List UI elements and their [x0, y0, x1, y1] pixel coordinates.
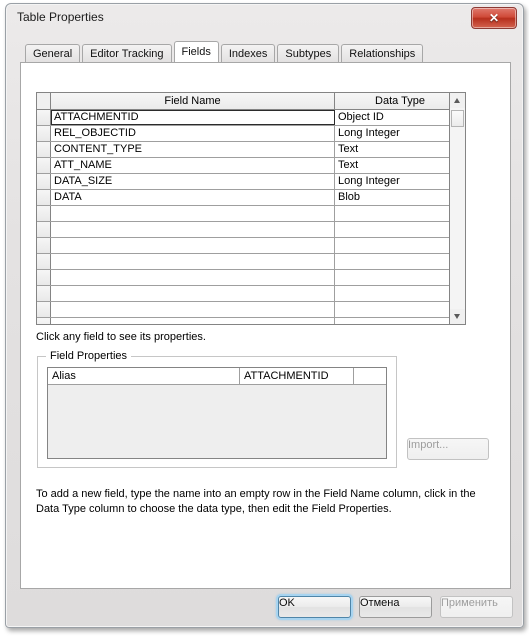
apply-button[interactable]: Применить	[440, 596, 513, 618]
cell-data-type[interactable]	[335, 238, 465, 253]
row-selector[interactable]	[37, 222, 51, 237]
tab-editor-tracking[interactable]: Editor Tracking	[82, 44, 172, 62]
column-header-data-type[interactable]: Data Type	[335, 93, 465, 109]
fields-grid: Field Name Data Type ATTACHMENTID Object …	[36, 92, 466, 325]
table-row[interactable]: ATTACHMENTID Object ID	[37, 110, 465, 126]
cell-data-type[interactable]	[335, 222, 465, 237]
row-selector[interactable]	[37, 190, 51, 205]
row-selector[interactable]	[37, 238, 51, 253]
cell-data-type[interactable]: Text	[335, 142, 465, 157]
ok-button[interactable]: OK	[278, 596, 351, 618]
table-row[interactable]	[37, 270, 465, 286]
grid-corner-cell	[37, 93, 51, 109]
row-selector[interactable]	[37, 110, 51, 125]
fields-grid-header: Field Name Data Type	[37, 93, 465, 110]
row-selector[interactable]	[37, 142, 51, 157]
cell-data-type[interactable]	[335, 318, 465, 324]
chevron-down-icon	[454, 314, 460, 319]
row-selector[interactable]	[37, 254, 51, 269]
table-row[interactable]	[37, 206, 465, 222]
cell-data-type[interactable]: Object ID	[335, 110, 465, 125]
scrollbar-thumb[interactable]	[451, 110, 464, 127]
field-properties-grid: Alias ATTACHMENTID	[47, 367, 387, 459]
cell-field-name[interactable]: DATA	[51, 190, 335, 205]
field-properties-group: Field Properties Alias ATTACHMENTID	[37, 350, 397, 468]
table-row[interactable]	[37, 286, 465, 302]
table-row[interactable]: CONTENT_TYPE Text	[37, 142, 465, 158]
field-properties-title: Field Properties	[46, 350, 132, 362]
property-label-alias: Alias	[48, 368, 240, 384]
tab-relationships[interactable]: Relationships	[341, 44, 424, 62]
tab-strip: General Editor Tracking Fields Indexes Subty…	[25, 41, 425, 64]
scroll-up-button[interactable]	[450, 93, 465, 108]
tab-indexes[interactable]: Indexes	[220, 44, 276, 62]
fields-tab-panel: Field Name Data Type ATTACHMENTID Object …	[20, 62, 511, 589]
cell-data-type[interactable]	[335, 254, 465, 269]
import-button[interactable]: Import...	[407, 438, 489, 460]
table-row[interactable]: DATA Blob	[37, 190, 465, 206]
row-selector[interactable]	[37, 270, 51, 285]
scroll-down-button[interactable]	[450, 309, 465, 324]
close-icon: ✕	[488, 11, 500, 25]
cell-field-name[interactable]	[51, 286, 335, 301]
column-header-field-name[interactable]: Field Name	[51, 93, 335, 109]
row-selector[interactable]	[37, 206, 51, 221]
table-row[interactable]	[37, 302, 465, 318]
cell-data-type[interactable]	[335, 286, 465, 301]
cell-data-type[interactable]	[335, 270, 465, 285]
close-button[interactable]: ✕	[471, 7, 517, 29]
cell-data-type[interactable]: Long Integer	[335, 174, 465, 189]
cell-data-type[interactable]	[335, 206, 465, 221]
row-selector[interactable]	[37, 126, 51, 141]
instruction-text: To add a new field, type the name into a…	[36, 488, 476, 515]
tab-fields[interactable]: Fields	[173, 41, 219, 62]
chevron-up-icon	[454, 98, 460, 103]
table-row[interactable]: ATT_NAME Text	[37, 158, 465, 174]
table-row[interactable]	[37, 238, 465, 254]
table-row[interactable]: REL_OBJECTID Long Integer	[37, 126, 465, 142]
field-hint-text: Click any field to see its properties.	[36, 331, 206, 343]
cell-field-name[interactable]	[51, 238, 335, 253]
cell-field-name[interactable]: ATT_NAME	[51, 158, 335, 173]
window-title: Table Properties	[17, 10, 104, 24]
cell-field-name[interactable]: CONTENT_TYPE	[51, 142, 335, 157]
cell-field-name[interactable]	[51, 302, 335, 317]
property-extra-cell[interactable]	[354, 368, 386, 384]
cell-data-type[interactable]: Text	[335, 158, 465, 173]
cell-data-type[interactable]	[335, 302, 465, 317]
row-selector[interactable]	[37, 302, 51, 317]
property-row: Alias ATTACHMENTID	[48, 368, 386, 385]
table-properties-dialog: Table Properties ✕ General Editor Trackin…	[5, 3, 524, 628]
table-row[interactable]: DATA_SIZE Long Integer	[37, 174, 465, 190]
table-row[interactable]	[37, 254, 465, 270]
property-value-alias[interactable]: ATTACHMENTID	[240, 368, 354, 384]
tab-subtypes[interactable]: Subtypes	[277, 44, 340, 62]
cell-field-name[interactable]	[51, 206, 335, 221]
cell-field-name[interactable]: REL_OBJECTID	[51, 126, 335, 141]
title-bar: Table Properties ✕	[6, 4, 523, 34]
tab-general[interactable]: General	[25, 44, 81, 62]
row-selector[interactable]	[37, 286, 51, 301]
cell-data-type[interactable]: Long Integer	[335, 126, 465, 141]
cancel-button[interactable]: Отмена	[359, 596, 432, 618]
cell-field-name[interactable]: ATTACHMENTID	[51, 110, 335, 125]
cell-data-type[interactable]: Blob	[335, 190, 465, 205]
row-selector[interactable]	[37, 158, 51, 173]
table-row[interactable]	[37, 318, 465, 324]
row-selector[interactable]	[37, 174, 51, 189]
cell-field-name[interactable]: DATA_SIZE	[51, 174, 335, 189]
cell-field-name[interactable]	[51, 270, 335, 285]
table-row[interactable]	[37, 222, 465, 238]
row-selector[interactable]	[37, 318, 51, 324]
cell-field-name[interactable]	[51, 318, 335, 324]
cell-field-name[interactable]	[51, 254, 335, 269]
fields-grid-scrollbar[interactable]	[449, 93, 465, 324]
cell-field-name[interactable]	[51, 222, 335, 237]
fields-grid-body: ATTACHMENTID Object ID REL_OBJECTID Long In…	[37, 110, 465, 324]
